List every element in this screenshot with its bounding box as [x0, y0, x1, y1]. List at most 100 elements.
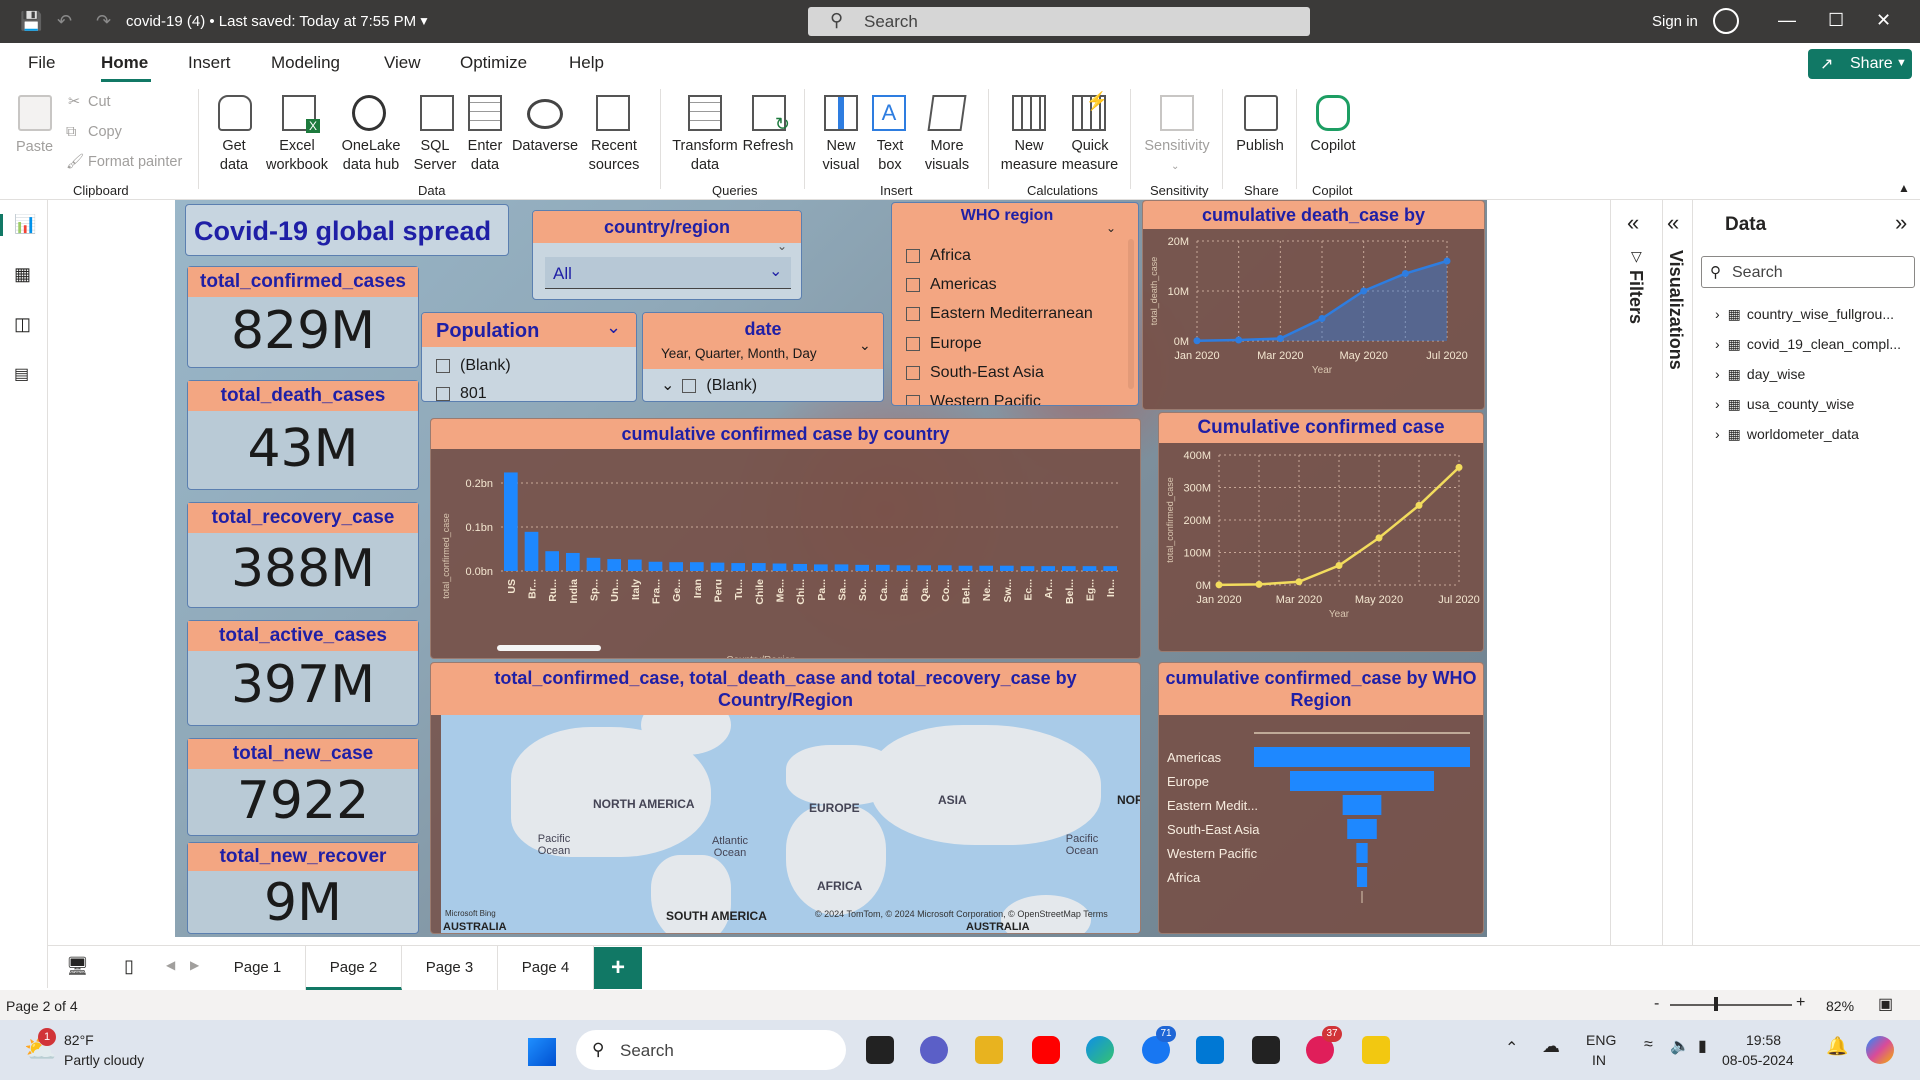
title-dropdown-icon[interactable]: ▼	[418, 14, 430, 28]
chevron-down-icon[interactable]: ⌄	[777, 239, 787, 253]
checkbox[interactable]	[436, 358, 450, 373]
who-option[interactable]: Americas	[906, 276, 997, 294]
start-menu-icon[interactable]	[528, 1038, 556, 1066]
recent-sources-button[interactable]: Recent sources	[584, 137, 644, 175]
kpi-card-confirmed[interactable]: total_confirmed_cases 829M	[187, 266, 419, 368]
transform-data-button[interactable]: Transform data	[672, 137, 738, 175]
scroll-left-icon[interactable]: ◀	[166, 958, 175, 972]
expand-chevron-icon[interactable]: ⌄	[661, 377, 674, 394]
edge-icon[interactable]	[1086, 1036, 1114, 1064]
copy-button[interactable]: Copy	[88, 123, 122, 142]
maximize-icon[interactable]: ☐	[1828, 10, 1844, 31]
new-visual-button[interactable]: New visual	[816, 137, 866, 175]
file-explorer-icon[interactable]	[975, 1036, 1003, 1064]
visualizations-pane[interactable]: « Visualizations	[1662, 200, 1692, 945]
menu-help[interactable]: Help	[569, 53, 604, 73]
map-canvas[interactable]: NORTH AMERICA EUROPE ASIA AFRICA SOUTH A…	[441, 715, 1140, 933]
checkbox[interactable]	[436, 386, 450, 401]
zoom-in-icon[interactable]: +	[1796, 994, 1805, 1012]
format-painter-button[interactable]: Format painter	[88, 153, 182, 172]
expand-data-pane-icon[interactable]: »	[1895, 210, 1907, 236]
confirmed-line-chart[interactable]: Cumulative confirmed case 0M 100M 200M 300M…	[1158, 412, 1484, 652]
data-table-item[interactable]: › ▦ usa_county_wise	[1715, 396, 1854, 413]
taskbar-search-box[interactable]: ⚲ Search	[576, 1030, 846, 1070]
language-region[interactable]: IN	[1592, 1052, 1606, 1068]
data-table-item[interactable]: › ▦ worldometer_data	[1715, 426, 1859, 443]
battery-icon[interactable]: ▮	[1698, 1036, 1707, 1056]
collapse-filters-icon[interactable]: «	[1627, 210, 1639, 236]
refresh-button[interactable]: Refresh	[741, 137, 795, 156]
teams-icon[interactable]	[920, 1036, 948, 1064]
minimize-icon[interactable]: —	[1778, 10, 1796, 31]
checkbox[interactable]	[906, 336, 920, 351]
desktop-layout-icon[interactable]: 🖥	[66, 956, 89, 977]
copilot-taskbar-icon[interactable]	[1866, 1036, 1894, 1064]
country-dropdown[interactable]: All ⌄	[545, 257, 791, 289]
sensitivity-button[interactable]: Sensitivity	[1141, 137, 1213, 156]
menu-modeling[interactable]: Modeling	[271, 53, 340, 73]
fit-to-page-icon[interactable]: ▣	[1878, 994, 1893, 1014]
kpi-card-new-case[interactable]: total_new_case 7922	[187, 738, 419, 836]
sticky-notes-icon[interactable]	[1252, 1036, 1280, 1064]
population-option[interactable]: (Blank)	[436, 357, 511, 375]
publish-button[interactable]: Publish	[1232, 137, 1288, 156]
menu-file[interactable]: File	[28, 53, 55, 73]
filters-label[interactable]: Filters	[1625, 270, 1646, 324]
data-pane[interactable]: Data » ⚲ Search › ▦ country_wise_fullgrou.…	[1692, 200, 1920, 945]
chevron-down-icon[interactable]: ⌄	[606, 317, 621, 338]
page-tab[interactable]: Page 3	[402, 946, 498, 990]
chevron-up-icon[interactable]: ⌃	[1505, 1038, 1518, 1058]
dataverse-button[interactable]: Dataverse	[510, 137, 580, 156]
data-search-input[interactable]: ⚲ Search	[1701, 256, 1915, 288]
dax-query-view-icon[interactable]: ▤	[14, 364, 29, 384]
page-tab-active[interactable]: Page 2	[306, 946, 402, 990]
menu-home[interactable]: Home	[101, 53, 148, 73]
paste-button[interactable]: Paste	[16, 138, 53, 157]
who-option[interactable]: Western Pacific	[906, 393, 1041, 405]
who-funnel-chart[interactable]: cumulative confirmed_case by WHO Region …	[1158, 662, 1484, 934]
excel-workbook-button[interactable]: Excel workbook	[262, 137, 332, 175]
collapse-ribbon-icon[interactable]: ▲	[1898, 181, 1910, 195]
sql-server-button[interactable]: SQL Server	[412, 137, 458, 175]
checkbox[interactable]	[906, 306, 920, 321]
close-icon[interactable]: ✕	[1876, 10, 1891, 31]
account-icon[interactable]	[1713, 8, 1739, 34]
copilot-button[interactable]: Copilot	[1304, 137, 1362, 156]
filters-pane[interactable]: « ▽ Filters	[1610, 200, 1662, 945]
checkbox[interactable]	[906, 248, 920, 263]
add-page-button[interactable]: +	[594, 947, 642, 989]
enter-data-button[interactable]: Enter data	[462, 137, 508, 175]
page-tab[interactable]: Page 1	[210, 946, 306, 990]
date-option[interactable]: ⌄ (Blank)	[661, 375, 757, 395]
table-view-icon[interactable]: ▦	[14, 264, 31, 285]
checkbox[interactable]	[906, 365, 920, 380]
data-table-item[interactable]: › ▦ day_wise	[1715, 366, 1805, 383]
kpi-card-active[interactable]: total_active_cases 397M	[187, 620, 419, 726]
collapse-visualizations-icon[interactable]: «	[1667, 210, 1679, 236]
volume-icon[interactable]: 🔈	[1670, 1036, 1690, 1056]
share-button[interactable]: ↗ Share ▼	[1808, 49, 1912, 79]
world-map-visual[interactable]: total_confirmed_case, total_death_case a…	[430, 662, 1141, 934]
checkbox[interactable]	[906, 277, 920, 292]
data-table-item[interactable]: › ▦ country_wise_fullgrou...	[1715, 306, 1894, 323]
report-view-icon[interactable]: 📊	[14, 214, 36, 235]
chevron-down-icon[interactable]: ⌄	[1106, 221, 1116, 235]
redo-icon[interactable]: ↷	[96, 11, 111, 32]
youtube-icon[interactable]	[1032, 1036, 1060, 1064]
power-bi-icon[interactable]	[1362, 1036, 1390, 1064]
checkbox[interactable]	[906, 394, 920, 405]
visualizations-label[interactable]: Visualizations	[1665, 250, 1686, 370]
document-title[interactable]: covid-19 (4) • Last saved: Today at 7:55…	[126, 13, 416, 30]
save-icon[interactable]: 💾	[20, 11, 42, 32]
quick-measure-button[interactable]: Quick measure	[1060, 137, 1120, 175]
report-page[interactable]: Covid-19 global spread total_confirmed_c…	[175, 200, 1487, 937]
clock-time[interactable]: 19:58	[1746, 1032, 1781, 1048]
task-view-icon[interactable]	[866, 1036, 894, 1064]
slicer-scrollbar[interactable]	[1128, 239, 1134, 389]
store-icon[interactable]	[1196, 1036, 1224, 1064]
kpi-card-deaths[interactable]: total_death_cases 43M	[187, 380, 419, 490]
clock-date[interactable]: 08-05-2024	[1722, 1052, 1794, 1068]
who-option[interactable]: Europe	[906, 335, 982, 353]
get-data-button[interactable]: Get data	[212, 137, 256, 175]
chevron-down-icon[interactable]: ⌄	[859, 337, 871, 354]
